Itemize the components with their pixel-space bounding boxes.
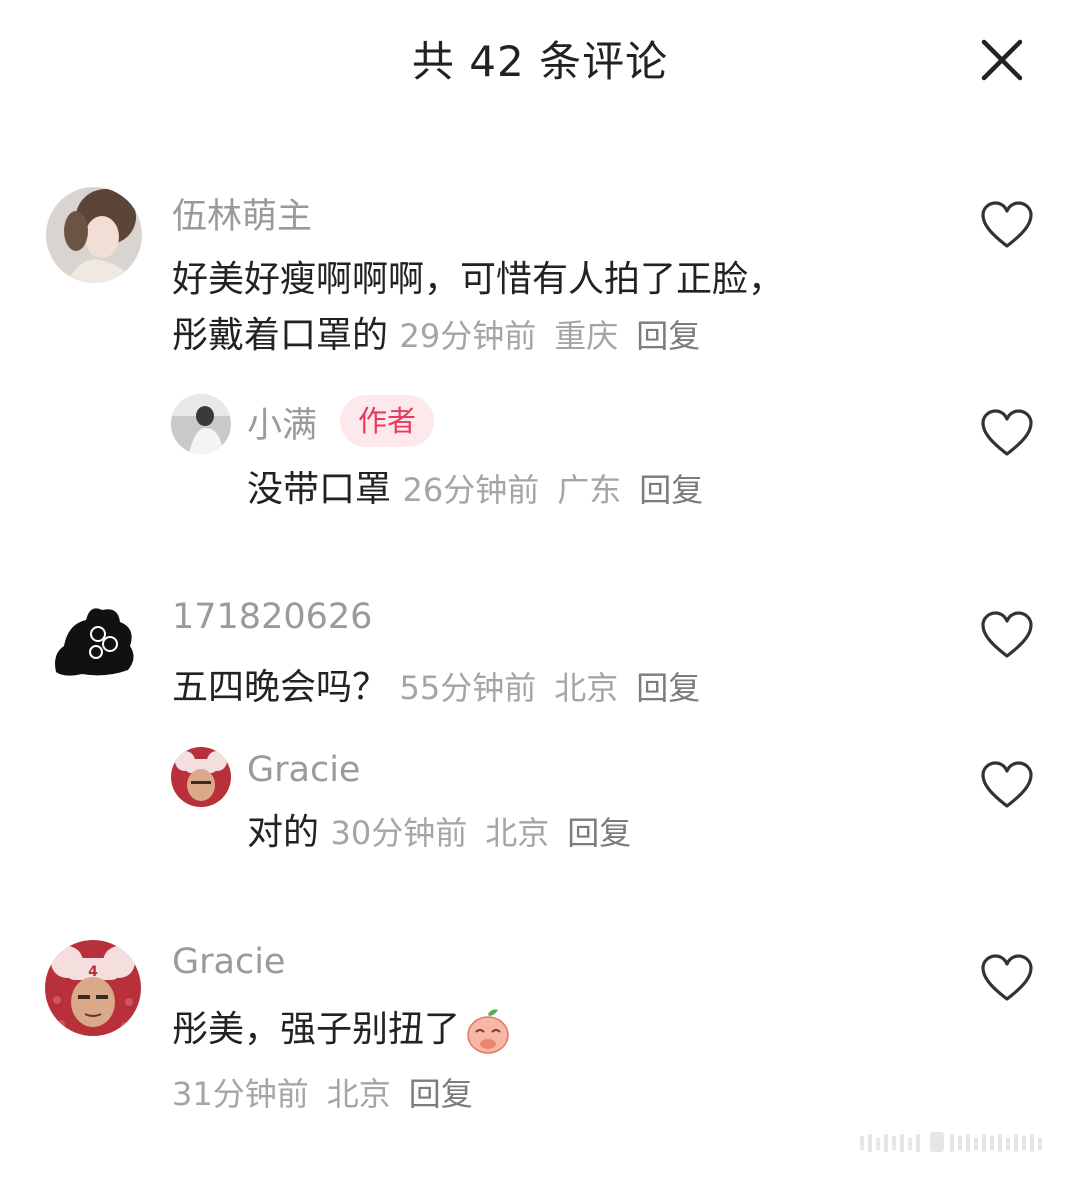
comment-text-row: 彤美，强子别扭了 — [172, 1002, 510, 1058]
reply-text: 没带口罩 — [247, 469, 392, 510]
reply-button[interactable]: 回复 — [636, 669, 700, 707]
reply-button[interactable]: 回复 — [639, 471, 703, 509]
watermark-strip — [860, 1130, 1060, 1156]
comment-text-line: 好美好瘦啊啊啊，可惜有人拍了正脸， — [172, 259, 785, 300]
comment-text-line: 彤戴着口罩的 — [172, 315, 389, 356]
comment-username[interactable]: 伍林萌主 — [172, 188, 312, 239]
reply-time: 26分钟前 — [402, 471, 540, 509]
comment-time: 55分钟前 — [399, 669, 537, 707]
close-button[interactable] — [978, 36, 1026, 84]
comment-time: 29分钟前 — [399, 317, 537, 355]
comment-meta: 55分钟前 北京 回复 — [399, 669, 700, 707]
like-button[interactable] — [980, 760, 1034, 810]
comment-meta: 31分钟前 北京 回复 — [172, 1075, 473, 1113]
heart-outline-icon — [981, 761, 1033, 808]
like-button[interactable] — [980, 610, 1034, 660]
avatar[interactable] — [171, 747, 231, 807]
comment-text-row: 彤戴着口罩的 29分钟前 重庆 回复 — [172, 308, 700, 364]
close-icon — [981, 39, 1023, 81]
avatar[interactable] — [46, 187, 142, 283]
comments-count-title: 共 42 条评论 — [411, 37, 669, 86]
reply-text-row: 对的 30分钟前 北京 回复 — [247, 805, 631, 861]
reply-location: 北京 — [485, 814, 550, 852]
comment-text-row: 五四晚会吗？ 55分钟前 北京 回复 — [172, 660, 700, 716]
reply-meta: 26分钟前 广东 回复 — [402, 471, 703, 509]
like-button[interactable] — [980, 953, 1034, 1003]
comment-text: 好美好瘦啊啊啊，可惜有人拍了正脸， — [172, 252, 784, 308]
author-badge: 作者 — [340, 395, 435, 447]
comment-location: 重庆 — [554, 317, 619, 355]
comment-location: 北京 — [554, 669, 619, 707]
comment-meta-row: 31分钟前 北京 回复 — [172, 1066, 473, 1122]
heart-outline-icon — [981, 409, 1033, 456]
reply-username[interactable]: Gracie — [247, 750, 360, 790]
heart-outline-icon — [981, 201, 1033, 248]
avatar[interactable] — [46, 594, 142, 690]
comment-meta: 29分钟前 重庆 回复 — [399, 317, 700, 355]
reply-button[interactable]: 回复 — [409, 1075, 473, 1113]
comment-time: 31分钟前 — [172, 1075, 309, 1113]
reply-text: 对的 — [247, 812, 320, 853]
reply-meta: 30分钟前 北京 回复 — [330, 814, 631, 852]
comment-username[interactable]: 171820626 — [172, 597, 372, 637]
like-button[interactable] — [980, 200, 1034, 250]
like-button[interactable] — [980, 408, 1034, 458]
reply-username[interactable]: 小满 — [247, 397, 317, 448]
peach-emoji — [467, 1009, 509, 1054]
comment-text: 五四晚会吗？ — [172, 667, 389, 708]
reply-button[interactable]: 回复 — [636, 317, 700, 355]
comment-username[interactable]: Gracie — [172, 942, 285, 982]
reply-location: 广东 — [557, 471, 622, 509]
comment-location: 北京 — [326, 1075, 391, 1113]
reply-time: 30分钟前 — [330, 814, 468, 852]
reply-button[interactable]: 回复 — [567, 814, 631, 852]
avatar[interactable] — [171, 394, 231, 454]
comments-header: 共 42 条评论 — [0, 0, 1080, 120]
heart-outline-icon — [981, 611, 1033, 658]
avatar[interactable]: 4 — [45, 940, 141, 1036]
comment-text: 彤美，强子别扭了 — [172, 1009, 461, 1050]
reply-text-row: 没带口罩 26分钟前 广东 回复 — [247, 462, 703, 518]
heart-outline-icon — [981, 954, 1033, 1001]
